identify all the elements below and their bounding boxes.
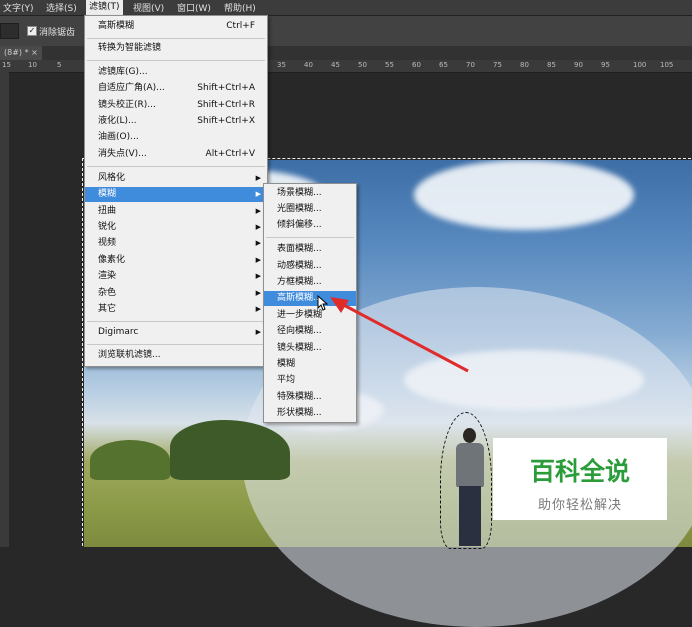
watermark-logo: 百科全说 助你轻松解决 — [493, 438, 667, 520]
watermark-title: 百科全说 — [529, 457, 630, 486]
watermark-subtitle: 助你轻松解决 — [537, 498, 622, 513]
arrow-shaft — [337, 300, 469, 373]
mouse-cursor-icon — [317, 295, 329, 311]
